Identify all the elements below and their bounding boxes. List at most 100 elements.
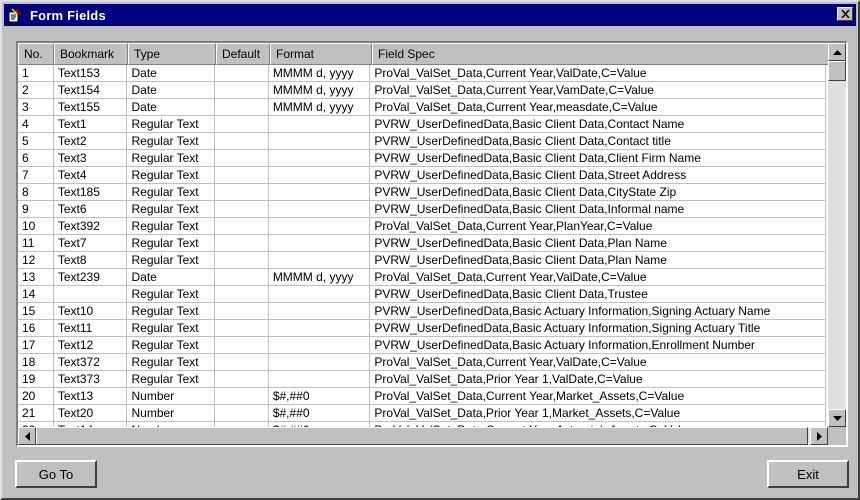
cell-default	[215, 252, 269, 269]
table-row[interactable]: 7 Text4 Regular Text PVRW_UserDefinedData,B…	[18, 167, 826, 184]
cell-bookmark: Text2	[53, 133, 128, 150]
header-col-no[interactable]: No.	[18, 43, 54, 65]
cell-default	[215, 133, 269, 150]
form-fields-grid[interactable]: No. Bookmark Type Default Format Field Spec 1…	[16, 41, 848, 447]
cell-bookmark: Text10	[53, 303, 128, 320]
cell-no: 4	[18, 116, 54, 133]
cell-bookmark: Text8	[53, 252, 128, 269]
table-row[interactable]: 17 Text12 Regular Text PVRW_UserDefinedData…	[18, 337, 826, 354]
cell-bookmark: Text372	[53, 354, 128, 371]
horizontal-scrollbar[interactable]	[18, 427, 828, 445]
table-row[interactable]: 11 Text7 Regular Text PVRW_UserDefinedData,…	[18, 235, 826, 252]
title-bar[interactable]: Form Fields	[4, 4, 856, 26]
cell-field-spec: PVRW_UserDefinedData,Basic Client Data,I…	[370, 201, 826, 218]
table-row[interactable]: 15 Text10 Regular Text PVRW_UserDefinedData…	[18, 303, 826, 320]
cell-field-spec: PVRW_UserDefinedData,Basic Client Data,P…	[370, 252, 826, 269]
cell-format	[268, 286, 371, 303]
form-fields-window: Form Fields No. Bookmark Type Default Format…	[0, 0, 860, 500]
cell-bookmark: Text6	[53, 201, 128, 218]
cell-no: 5	[18, 133, 54, 150]
cell-type: Regular Text	[127, 218, 216, 235]
horizontal-scroll-thumb[interactable]	[36, 427, 808, 445]
cell-format	[268, 354, 371, 371]
header-col-type[interactable]: Type	[128, 43, 216, 65]
table-row[interactable]: 16 Text11 Regular Text PVRW_UserDefinedData…	[18, 320, 826, 337]
vertical-scroll-thumb[interactable]	[828, 61, 846, 81]
table-row[interactable]: 1 Text153 Date MMMM d, yyyy ProVal_ValSet_Da…	[18, 65, 826, 82]
cell-no: 13	[18, 269, 54, 286]
table-row[interactable]: 14 Regular Text PVRW_UserDefinedData,Basic…	[18, 286, 826, 303]
cell-field-spec: PVRW_UserDefinedData,Basic Client Data,C…	[370, 116, 826, 133]
scroll-right-button[interactable]	[810, 427, 828, 445]
cell-field-spec: ProVal_ValSet_Data,Current Year,ValDate,…	[370, 354, 826, 371]
header-col-field-spec[interactable]: Field Spec	[372, 43, 830, 65]
cell-type: Date	[127, 269, 216, 286]
cell-type: Date	[127, 82, 216, 99]
cell-type: Number	[127, 388, 216, 405]
cell-format: MMMM d, yyyy	[268, 99, 371, 116]
table-row[interactable]: 2 Text154 Date MMMM d, yyyy ProVal_ValSet_Da…	[18, 82, 826, 99]
cell-bookmark: Text13	[53, 388, 128, 405]
table-row[interactable]: 5 Text2 Regular Text PVRW_UserDefinedData,B…	[18, 133, 826, 150]
table-row[interactable]: 4 Text1 Regular Text PVRW_UserDefinedData,B…	[18, 116, 826, 133]
cell-default	[215, 286, 269, 303]
cell-default	[215, 235, 269, 252]
scrollbar-corner	[828, 427, 846, 445]
cell-default	[215, 303, 269, 320]
cell-field-spec: PVRW_UserDefinedData,Basic Client Data,S…	[370, 167, 826, 184]
cell-field-spec: ProVal_ValSet_Data,Current Year,ValDate,…	[370, 269, 826, 286]
cell-no: 17	[18, 337, 54, 354]
cell-no: 14	[18, 286, 54, 303]
cell-format	[268, 218, 371, 235]
cell-default	[215, 371, 269, 388]
cell-no: 16	[18, 320, 54, 337]
cell-no: 10	[18, 218, 54, 235]
table-row[interactable]: 10 Text392 Regular Text ProVal_ValSet_Data,…	[18, 218, 826, 235]
cell-bookmark: Text4	[53, 167, 128, 184]
cell-bookmark: Text7	[53, 235, 128, 252]
cell-format	[268, 303, 371, 320]
scroll-up-button[interactable]	[828, 43, 846, 61]
cell-no: 7	[18, 167, 54, 184]
cell-default	[215, 167, 269, 184]
cell-field-spec: ProVal_ValSet_Data,Prior Year 1,ValDate,…	[370, 371, 826, 388]
cell-default	[215, 82, 269, 99]
cell-no: 1	[18, 65, 54, 82]
cell-field-spec: ProVal_ValSet_Data,Current Year,VamDate,…	[370, 82, 826, 99]
cell-format	[268, 116, 371, 133]
table-row[interactable]: 20 Text13 Number $#,##0 ProVal_ValSet_Data,C…	[18, 388, 826, 405]
header-col-default[interactable]: Default	[216, 43, 270, 65]
cell-type: Date	[127, 65, 216, 82]
cell-type: Regular Text	[127, 235, 216, 252]
table-row[interactable]: 18 Text372 Regular Text ProVal_ValSet_Data,…	[18, 354, 826, 371]
table-row[interactable]: 21 Text20 Number $#,##0 ProVal_ValSet_Data,P…	[18, 405, 826, 422]
arrow-down-icon	[832, 415, 842, 421]
cell-field-spec: PVRW_UserDefinedData,Basic Client Data,C…	[370, 184, 826, 201]
cell-format	[268, 252, 371, 269]
arrow-left-icon	[24, 431, 30, 441]
table-row[interactable]: 9 Text6 Regular Text PVRW_UserDefinedData,B…	[18, 201, 826, 218]
scroll-down-button[interactable]	[828, 409, 846, 427]
header-col-bookmark[interactable]: Bookmark	[54, 43, 128, 65]
go-to-button[interactable]: Go To	[15, 460, 97, 488]
cell-bookmark: Text3	[53, 150, 128, 167]
table-row[interactable]: 8 Text185 Regular Text PVRW_UserDefinedData…	[18, 184, 826, 201]
cell-bookmark: Text1	[53, 116, 128, 133]
cell-format	[268, 320, 371, 337]
close-button[interactable]	[837, 7, 853, 21]
vertical-scrollbar[interactable]	[828, 43, 846, 427]
exit-button[interactable]: Exit	[767, 460, 849, 488]
table-row[interactable]: 13 Text239 Date MMMM d, yyyy ProVal_ValSet_D…	[18, 269, 826, 286]
header-col-format[interactable]: Format	[270, 43, 372, 65]
table-row[interactable]: 3 Text155 Date MMMM d, yyyy ProVal_ValSet_Da…	[18, 99, 826, 116]
cell-format	[268, 133, 371, 150]
cell-field-spec: ProVal_ValSet_Data,Current Year,measdate…	[370, 99, 826, 116]
table-row[interactable]: 6 Text3 Regular Text PVRW_UserDefinedData,B…	[18, 150, 826, 167]
cell-default	[215, 150, 269, 167]
table-row[interactable]: 19 Text373 Regular Text ProVal_ValSet_Data,…	[18, 371, 826, 388]
cell-default	[215, 116, 269, 133]
table-row[interactable]: 12 Text8 Regular Text PVRW_UserDefinedData,…	[18, 252, 826, 269]
scroll-left-button[interactable]	[18, 427, 36, 445]
cell-type: Regular Text	[127, 371, 216, 388]
cell-bookmark: Text155	[53, 99, 128, 116]
